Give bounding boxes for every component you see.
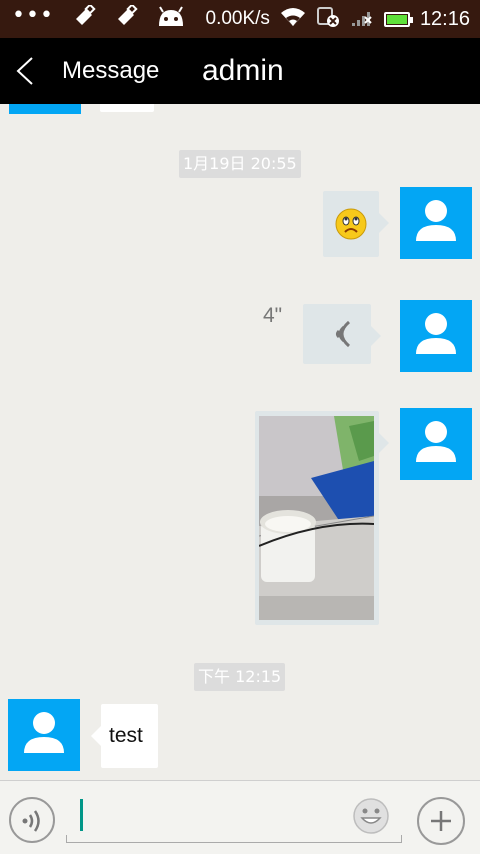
voice-playback-icon	[327, 319, 355, 353]
wifi-icon	[280, 7, 306, 32]
usb-debug-icon	[114, 3, 138, 33]
previous-message-bubble	[100, 104, 154, 112]
avatar[interactable]	[400, 408, 472, 480]
avatar[interactable]	[9, 104, 81, 114]
text-cursor	[80, 799, 83, 831]
message-bubble-voice[interactable]	[303, 304, 381, 364]
avatar[interactable]	[8, 699, 80, 771]
timestamp: 下午 12:15	[194, 663, 286, 691]
battery-icon	[383, 11, 413, 27]
avatar[interactable]	[400, 300, 472, 372]
no-signal-icon	[350, 7, 374, 32]
status-left: •••	[12, 0, 186, 38]
emoji-icon	[352, 798, 390, 839]
avatar[interactable]	[400, 187, 472, 259]
clock: 12:16	[419, 7, 470, 30]
plus-icon	[430, 810, 452, 836]
attach-button[interactable]	[417, 797, 465, 845]
usb-icon	[72, 3, 96, 33]
android-icon	[156, 6, 186, 32]
conversation-title: admin	[202, 54, 284, 87]
status-bar: ••• 0.00K/s 12:16	[0, 0, 480, 38]
sim-blocked-icon	[316, 6, 340, 33]
message-text: test	[109, 724, 143, 747]
emoji-button[interactable]	[352, 797, 390, 835]
battery-level	[386, 14, 407, 24]
voice-input-button[interactable]	[9, 797, 55, 843]
input-bar	[0, 780, 480, 854]
back-label[interactable]: Message	[62, 38, 159, 104]
message-bubble-emoji[interactable]	[323, 191, 389, 257]
title-bar: Message admin	[0, 38, 480, 104]
chat-area[interactable]: 1月19日 20:55 4" 下午 12:15 test	[0, 104, 480, 780]
network-speed: 0.00K/s	[205, 8, 270, 29]
status-right: 0.00K/s 12:16	[205, 0, 470, 38]
voice-input-icon	[21, 808, 45, 838]
sad-face-emoji	[335, 208, 367, 244]
timestamp: 1月19日 20:55	[179, 150, 301, 178]
more-notifications-indicator: •••	[12, 3, 54, 28]
message-bubble-text[interactable]: test	[91, 704, 158, 768]
chevron-left-icon[interactable]	[14, 56, 36, 86]
photo-thumbnail[interactable]	[259, 416, 374, 620]
message-bubble-photo[interactable]	[255, 411, 389, 625]
voice-duration: 4"	[263, 304, 283, 327]
